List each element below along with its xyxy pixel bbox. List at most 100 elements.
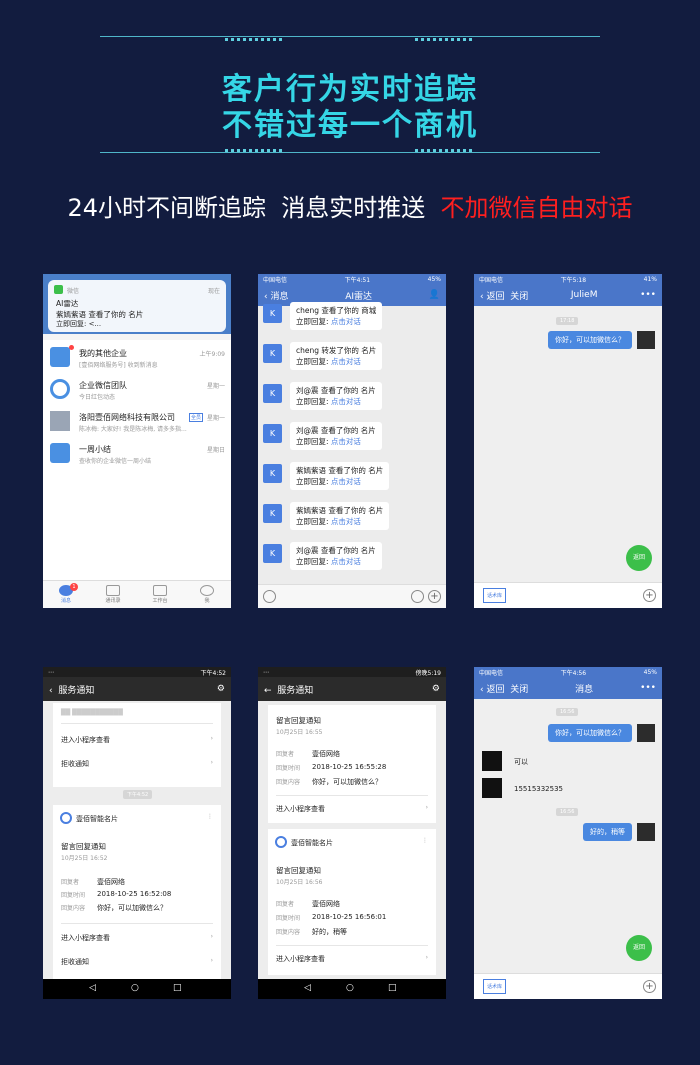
radar-message[interactable]: K 刘@震 查看了你的 名片 立即回复: 点击对话 [263, 420, 406, 454]
emoji-icon[interactable] [411, 590, 424, 603]
tab-me[interactable]: 我 [192, 585, 222, 604]
list-item[interactable]: 一周小结 查收你的企业微信一周小结 星期日 [43, 438, 231, 468]
radar-message[interactable]: K 紫嫣紫语 查看了你的 名片 立即回复: 点击对话 [263, 460, 406, 494]
field-key: 回复内容 [61, 905, 86, 912]
open-miniprogram-link[interactable]: 进入小程序查看 [276, 804, 325, 814]
radar-message[interactable]: Kcheng 转发了你的 名片 立即回复: 点击对话 [263, 340, 406, 374]
back-arrow-icon[interactable]: ‹ [49, 686, 53, 696]
group-badge: 全员 [189, 413, 204, 422]
timestamp: 16:56 [556, 808, 579, 816]
field-key: 回复时间 [61, 892, 86, 899]
clock: 下午5:18 [560, 276, 587, 284]
more-icon[interactable]: ••• [640, 683, 656, 693]
reply-link[interactable]: 点击对话 [331, 397, 361, 406]
field-key: 回复者 [61, 879, 80, 886]
reply-link[interactable]: 点击对话 [331, 357, 361, 366]
card-name: 壹佰智能名片 [291, 839, 333, 847]
field-key: 回复时间 [276, 915, 301, 922]
home-circle-icon[interactable]: ○ [131, 983, 139, 993]
plus-icon[interactable]: + [643, 589, 656, 602]
radar-message[interactable]: K 刘@震 查看了你的 名片 立即回复: 点击对话 [263, 380, 406, 414]
back-triangle-icon[interactable]: ◁ [89, 983, 96, 993]
green-return-button[interactable]: 返回 [626, 545, 652, 571]
tab-contacts[interactable]: 通讯录 [98, 585, 128, 604]
slogan: 24小时不间断追踪 消息实时推送 不加微信自由对话 [0, 188, 700, 223]
tab-label: 工作台 [152, 598, 168, 604]
reply-link[interactable]: 点击对话 [331, 477, 361, 486]
open-miniprogram-link[interactable]: 进入小程序查看 [61, 735, 110, 745]
tab-workbench[interactable]: 工作台 [145, 585, 175, 604]
back-button[interactable]: ‹ 返回 [480, 292, 504, 302]
input-bar: + [258, 584, 446, 608]
settings-icon[interactable]: ⚙ [432, 684, 440, 694]
recent-square-icon[interactable]: □ [173, 983, 182, 993]
divider [276, 795, 428, 796]
reject-notice-link[interactable]: 拒收通知 [61, 759, 89, 769]
reject-notice-link[interactable]: 拒收通知 [61, 957, 89, 967]
message-bubble: 刘@震 查看了你的 名片 立即回复: 点击对话 [290, 542, 382, 570]
card-logo-icon [275, 836, 287, 848]
push-notification[interactable]: 微信 现在 AI雷达 紫嫣紫语 查看了你的 名片 立即回复: <... [48, 280, 226, 332]
notif-title: AI雷达 [56, 299, 79, 308]
ai-radar-icon: K [263, 504, 282, 523]
close-button[interactable]: 关闭 [510, 685, 528, 695]
battery: 41% [643, 275, 657, 283]
phrase-library-button[interactable]: 话术库 [483, 588, 507, 603]
more-icon[interactable]: ••• [640, 290, 656, 300]
recent-square-icon[interactable]: □ [388, 983, 397, 993]
message-bubble: 紫嫣紫语 查看了你的 名片 立即回复: 点击对话 [290, 502, 390, 530]
radar-message[interactable]: K 紫嫣紫语 查看了你的 名片 立即回复: 点击对话 [263, 500, 406, 534]
profile-icon[interactable]: 👤 [429, 290, 440, 300]
plus-icon[interactable]: + [428, 590, 441, 603]
notif-time: 现在 [207, 288, 220, 295]
ai-radar-icon: K [263, 304, 282, 323]
item-time: 星期日 [206, 447, 225, 454]
more-icon[interactable]: ⋮ [422, 837, 428, 844]
green-return-button[interactable]: 返回 [626, 935, 652, 961]
reply-label: 立即回复: [296, 437, 329, 446]
top-decoration-right [415, 38, 475, 41]
notif-app: 微信 [67, 288, 80, 295]
chevron-right-icon: › [210, 759, 213, 766]
item-title: 企业微信团队 [79, 381, 127, 390]
nav-bar: ← 服务通知 ⚙ [258, 677, 446, 701]
list-item[interactable]: 企业微信团队 今日红包动态 星期一 [43, 374, 231, 404]
settings-icon[interactable]: ⚙ [217, 684, 225, 694]
field-key: 回复时间 [276, 765, 301, 772]
bottom-decoration-right [415, 149, 475, 152]
nav-title: 服务通知 [277, 685, 314, 696]
carrier: 中国电信 [479, 276, 504, 284]
timestamp: 下午4:52 [123, 790, 153, 799]
reply-link[interactable]: 点击对话 [331, 517, 361, 526]
divider [61, 923, 213, 924]
reply-link[interactable]: 点击对话 [331, 557, 361, 566]
tab-label: 通讯录 [105, 598, 121, 604]
reply-label: 立即回复: [296, 357, 329, 366]
group-avatar [50, 411, 70, 431]
open-miniprogram-link[interactable]: 进入小程序查看 [276, 954, 325, 964]
list-item[interactable]: 我的其他企业 [壹佰网络服务号] 收到新消息 上午9:09 [43, 342, 231, 372]
home-circle-icon[interactable]: ○ [346, 983, 354, 993]
carrier: 中国电信 [479, 669, 504, 677]
bottom-divider [100, 152, 600, 153]
radar-message[interactable]: K 刘@震 查看了你的 名片 立即回复: 点击对话 [263, 540, 406, 574]
status-bar: 中国电信 下午5:18 41% [474, 274, 662, 284]
clock: 下午4:51 [344, 276, 371, 284]
radar-message[interactable]: Kcheng 查看了你的 商城 立即回复: 点击对话 [263, 300, 406, 334]
phrase-library-button[interactable]: 话术库 [483, 979, 507, 994]
open-miniprogram-link[interactable]: 进入小程序查看 [61, 933, 110, 943]
more-icon[interactable]: ⋮ [207, 813, 213, 820]
carrier: 中国电信 [263, 276, 288, 284]
reply-link[interactable]: 点击对话 [331, 317, 361, 326]
back-triangle-icon[interactable]: ◁ [304, 983, 311, 993]
list-item[interactable]: 洛阳壹佰网络科技有限公司 全员 陈冰梅: 大家好! 我是陈冰梅, 请多多指...… [43, 406, 231, 436]
reply-label: 立即回复: [296, 397, 329, 406]
incoming-message: 可以 [514, 758, 528, 766]
grid-icon [153, 585, 167, 596]
plus-icon[interactable]: + [643, 980, 656, 993]
back-arrow-icon[interactable]: ← [264, 686, 272, 696]
back-button[interactable]: ‹ 返回 [480, 685, 504, 695]
voice-icon[interactable] [263, 590, 276, 603]
reply-link[interactable]: 点击对话 [331, 437, 361, 446]
close-button[interactable]: 关闭 [510, 292, 528, 302]
